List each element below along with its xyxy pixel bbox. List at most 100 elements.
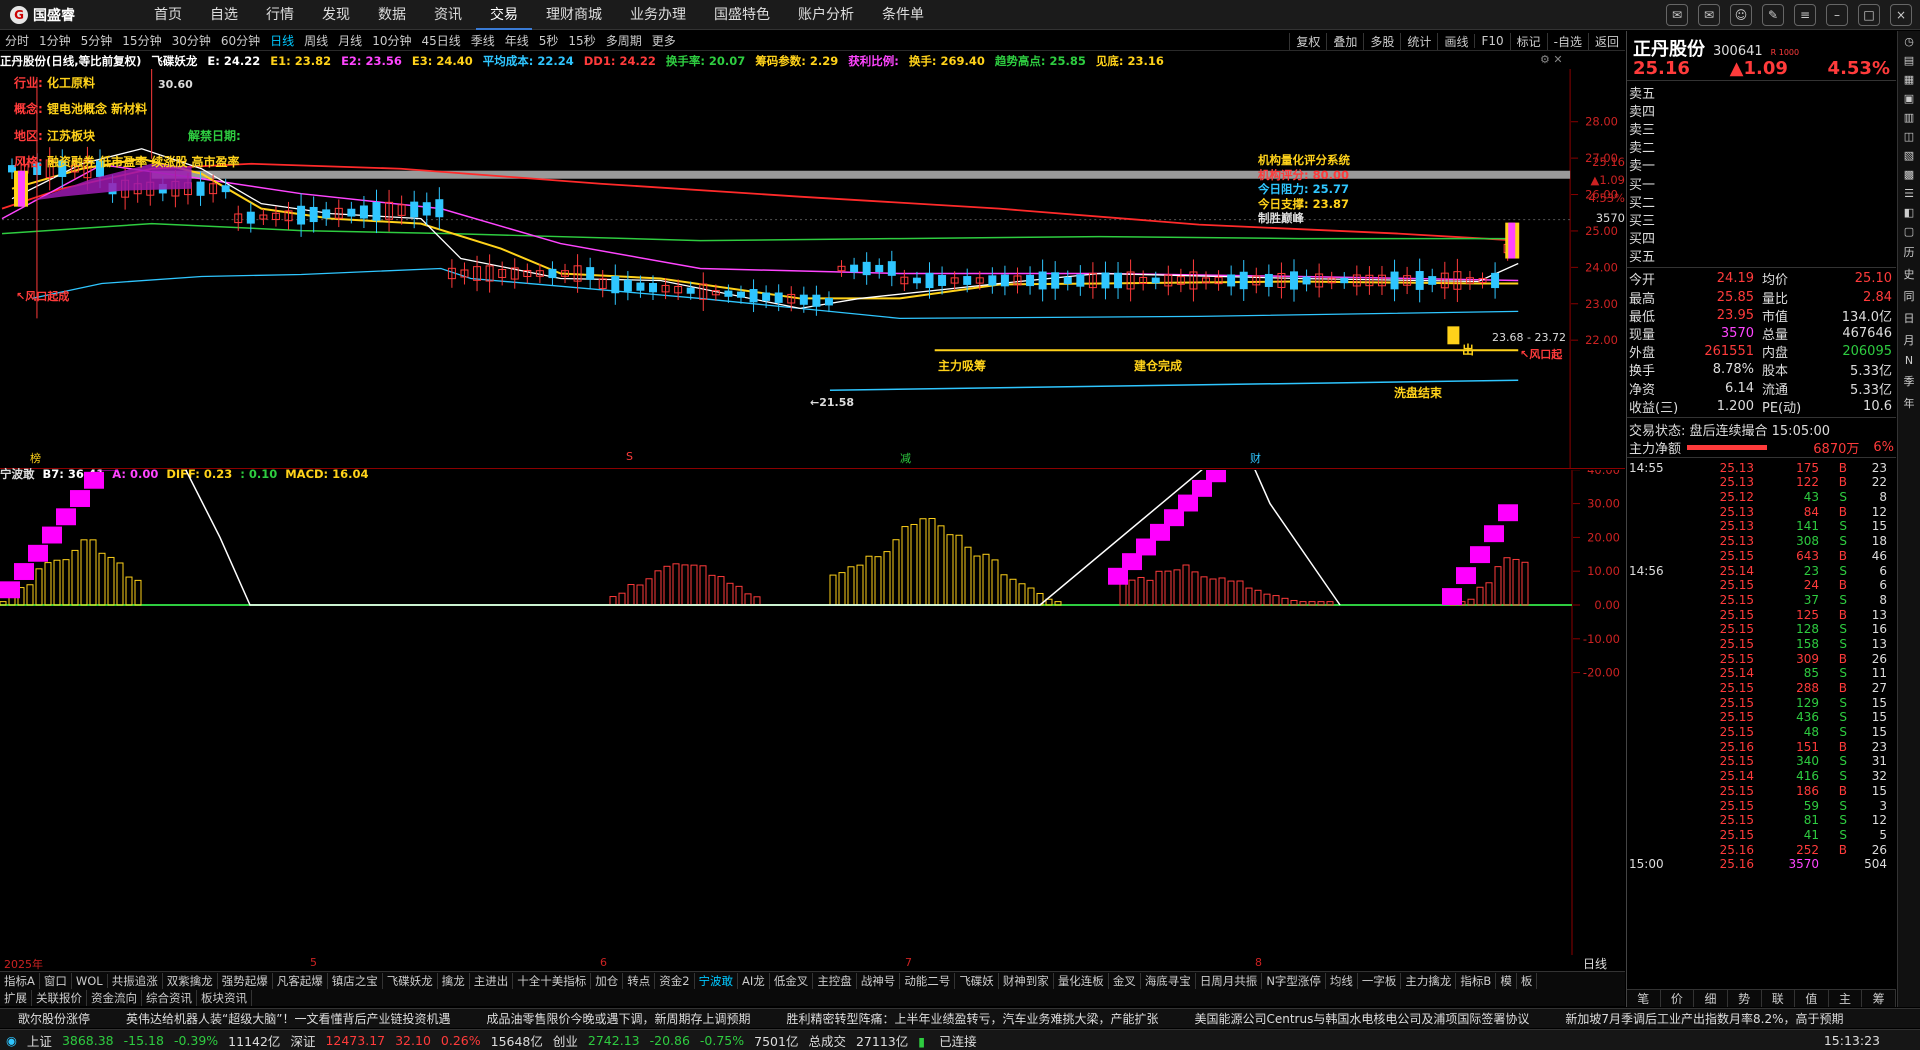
sidebar-item[interactable]: N xyxy=(1905,354,1913,367)
tool-button[interactable]: F10 xyxy=(1474,34,1509,48)
indicator-tab[interactable]: 双紫擒龙 xyxy=(163,972,218,989)
period-button[interactable]: 45日线 xyxy=(416,32,465,49)
indicator-tab[interactable]: 均线 xyxy=(1326,972,1358,989)
period-button[interactable]: 15分钟 xyxy=(117,32,166,49)
menu-item[interactable]: 首页 xyxy=(140,0,196,30)
skin-icon[interactable]: ✎ xyxy=(1762,4,1784,26)
sidebar-tool-icon[interactable]: ◧ xyxy=(1904,206,1914,219)
sidebar-tool-icon[interactable]: ☰ xyxy=(1904,187,1914,200)
indicator-tab[interactable]: 金叉 xyxy=(1109,972,1141,989)
indicator-tab[interactable]: 加仓 xyxy=(591,972,624,989)
minimize-icon[interactable]: – xyxy=(1826,4,1848,26)
quote-tab[interactable]: 细 xyxy=(1694,990,1728,1007)
sidebar-item[interactable]: 季 xyxy=(1904,373,1915,389)
sidebar-tool-icon[interactable]: ▩ xyxy=(1904,168,1914,181)
indicator-tab[interactable]: 飞碟妖 xyxy=(955,972,999,989)
news-item[interactable]: 美国能源公司Centrus与韩国水电核电公司及浦项国际签署协议 xyxy=(1176,1010,1547,1027)
bid-row[interactable]: 买五 xyxy=(1629,247,1894,265)
sidebar-item[interactable]: 月 xyxy=(1904,332,1915,348)
indicator-tab[interactable]: 转点 xyxy=(623,972,656,989)
ask-row[interactable]: 卖三 xyxy=(1629,119,1894,138)
quote-tab[interactable]: 值 xyxy=(1795,990,1829,1007)
indicator-tab[interactable]: 一字板 xyxy=(1358,972,1402,989)
period-button[interactable]: 5分钟 xyxy=(76,32,118,49)
indicator-tab[interactable]: 日周月共振 xyxy=(1196,972,1263,989)
bid-row[interactable]: 买一 xyxy=(1629,174,1894,193)
menu-item[interactable]: 数据 xyxy=(364,0,420,30)
indicator-tab[interactable]: 指标A xyxy=(0,972,40,989)
menu-item[interactable]: 发现 xyxy=(308,0,364,30)
indicator-tab[interactable]: AI龙 xyxy=(738,972,770,989)
indicator-tab[interactable]: 指标B xyxy=(1456,972,1497,989)
bid-row[interactable]: 买四 xyxy=(1629,229,1894,247)
indicator-tab[interactable]: 十全十美指标 xyxy=(513,972,592,989)
tool-button[interactable]: 返回 xyxy=(1587,32,1625,50)
indicator-tab[interactable]: 量化连板 xyxy=(1054,972,1109,989)
quote-tab[interactable]: 笔 xyxy=(1627,990,1661,1007)
sidebar-item[interactable]: 日 xyxy=(1904,310,1915,326)
period-button[interactable]: 60分钟 xyxy=(216,32,265,49)
indicator-tab[interactable]: 窗口 xyxy=(40,972,72,989)
indicator-tab[interactable]: 擒龙 xyxy=(438,972,470,989)
sidebar-tool-icon[interactable]: ▦ xyxy=(1904,73,1914,86)
menu-icon[interactable]: ≡ xyxy=(1794,4,1816,26)
kline-chart[interactable]: 28.0027.0026.0025.0024.0023.0022.00 xyxy=(0,69,1625,469)
indicator-tab[interactable]: 共振追涨 xyxy=(108,972,163,989)
info-tab[interactable]: 扩展 xyxy=(0,989,32,1006)
period-button[interactable]: 15秒 xyxy=(563,32,600,49)
ask-row[interactable]: 卖二 xyxy=(1629,138,1894,156)
menu-item[interactable]: 行情 xyxy=(252,0,308,30)
menu-item[interactable]: 条件单 xyxy=(868,0,938,30)
maximize-icon[interactable]: □ xyxy=(1858,4,1880,26)
news-item[interactable]: 胜利精密转型阵痛：上半年业绩盈转亏，汽车业务难挑大梁，产能扩张 xyxy=(768,1010,1176,1027)
menu-item[interactable]: 交易 xyxy=(476,0,532,30)
indicator-tab[interactable]: 飞碟妖龙 xyxy=(383,972,438,989)
ask-row[interactable]: 卖五 xyxy=(1629,83,1894,102)
bid-row[interactable]: 买二 xyxy=(1629,192,1894,211)
tool-button[interactable]: 复权 xyxy=(1289,32,1326,50)
period-button[interactable]: 10分钟 xyxy=(367,32,416,49)
sidebar-tool-icon[interactable]: ▥ xyxy=(1904,111,1914,124)
indicator-tab[interactable]: 主进出 xyxy=(470,972,514,989)
news-item[interactable]: 新加坡7月季调后工业产出指数月率8.2%，高于预期 xyxy=(1547,1010,1861,1027)
user-icon[interactable]: ☺ xyxy=(1730,4,1752,26)
sidebar-item[interactable]: 同 xyxy=(1904,288,1915,304)
indicator-tab[interactable]: 主控盘 xyxy=(813,972,857,989)
info-tab[interactable]: 综合资讯 xyxy=(142,989,197,1006)
menu-item[interactable]: 理财商城 xyxy=(532,0,616,30)
indicator-tab[interactable]: 强势起爆 xyxy=(218,972,273,989)
mail-icon[interactable]: ✉ xyxy=(1698,4,1720,26)
tool-button[interactable]: 统计 xyxy=(1400,32,1437,50)
sidebar-tool-icon[interactable]: ▣ xyxy=(1904,92,1914,105)
info-tab[interactable]: 资金流向 xyxy=(87,989,142,1006)
sidebar-tool-icon[interactable]: ▧ xyxy=(1904,149,1914,162)
period-button[interactable]: 5秒 xyxy=(534,32,564,49)
period-button[interactable]: 30分钟 xyxy=(167,32,216,49)
info-tab[interactable]: 关联报价 xyxy=(32,989,87,1006)
sidebar-item[interactable]: 年 xyxy=(1904,395,1915,411)
period-button[interactable]: 月线 xyxy=(333,32,367,49)
menu-item[interactable]: 账户分析 xyxy=(784,0,868,30)
tool-button[interactable]: 多股 xyxy=(1363,32,1400,50)
sidebar-tool-icon[interactable]: ◷ xyxy=(1904,35,1914,48)
indicator-tab[interactable]: 动能二号 xyxy=(900,972,956,989)
indicator-tab[interactable]: N字型涨停 xyxy=(1262,972,1326,989)
sidebar-tool-icon[interactable]: ▤ xyxy=(1904,54,1914,67)
period-button[interactable]: 季线 xyxy=(466,32,500,49)
bid-row[interactable]: 买三 xyxy=(1629,210,1894,229)
indicator-tab[interactable]: 战神号 xyxy=(857,972,901,989)
period-button[interactable]: 1分钟 xyxy=(34,32,76,49)
indicator-tab[interactable]: 低金叉 xyxy=(770,972,814,989)
indicator-tab[interactable]: 宁波敢 xyxy=(695,972,739,989)
period-button[interactable]: 年线 xyxy=(500,32,534,49)
menu-item[interactable]: 自选 xyxy=(196,0,252,30)
sub-indicator-chart[interactable]: 60.0050.0040.0030.0020.0010.000.00-10.00… xyxy=(0,470,1625,955)
quote-tab[interactable]: 势 xyxy=(1728,990,1762,1007)
indicator-tab[interactable]: WOL xyxy=(72,973,108,988)
period-button[interactable]: 分时 xyxy=(0,32,34,49)
indicator-tab[interactable]: 海底寻宝 xyxy=(1141,972,1196,989)
indicator-tab[interactable]: 财神到家 xyxy=(999,972,1054,989)
period-button[interactable]: 更多 xyxy=(647,32,681,49)
tool-button[interactable]: -自选 xyxy=(1546,32,1588,50)
menu-item[interactable]: 业务办理 xyxy=(616,0,700,30)
